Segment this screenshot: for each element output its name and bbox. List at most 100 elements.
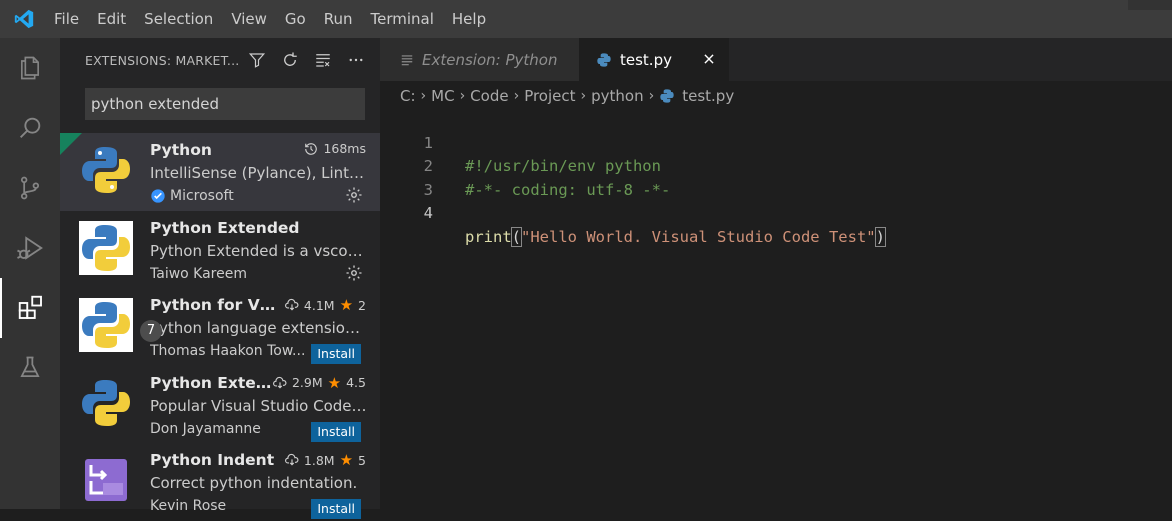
- vscode-logo-icon: [0, 0, 48, 38]
- sidebar-header: EXTENSIONS: MARKET...: [60, 38, 380, 82]
- extension-name: Python Extended: [150, 218, 300, 237]
- extension-item-python-extended[interactable]: Python Extended Python Extended is a vsc…: [60, 211, 380, 289]
- breadcrumb-item[interactable]: Code: [470, 87, 508, 105]
- python-logo-icon: [79, 143, 133, 197]
- star-icon: ★: [339, 296, 354, 314]
- install-button[interactable]: Install: [311, 344, 361, 364]
- menu-help[interactable]: Help: [443, 0, 495, 38]
- code-editor[interactable]: 1 #!/usr/bin/env python 2 #-*- coding: u…: [380, 108, 1172, 247]
- manage-gear-icon[interactable]: [344, 185, 364, 205]
- activity-bar: [0, 38, 60, 509]
- install-button[interactable]: Install: [311, 499, 361, 519]
- publisher-name: Taiwo Kareem: [150, 265, 247, 282]
- code-line: 2 #-*- coding: utf-8 -*-: [380, 132, 1172, 199]
- breadcrumb-item[interactable]: MC: [431, 87, 454, 105]
- chevron-right-icon: ›: [513, 88, 520, 104]
- chevron-right-icon: ›: [580, 88, 587, 104]
- more-actions-icon[interactable]: [346, 50, 366, 70]
- tab-label: test.py: [620, 50, 672, 69]
- extension-description: Popular Visual Studio Code ...: [150, 396, 368, 415]
- run-debug-icon[interactable]: [0, 218, 60, 278]
- activation-time-value: 168ms: [323, 141, 366, 156]
- tab-test-py[interactable]: test.py: [579, 38, 729, 81]
- download-icon: [284, 298, 299, 311]
- extensions-icon[interactable]: [0, 278, 60, 338]
- manage-gear-icon[interactable]: [344, 263, 364, 283]
- chevron-right-icon: ›: [648, 88, 655, 104]
- code-line: 4 print("Hello World. Visual Studio Code…: [380, 179, 1172, 247]
- publisher-name: Thomas Haakon Tow...: [150, 343, 306, 359]
- extension-description: Correct python indentation.: [150, 474, 358, 492]
- download-count: 4.1M: [303, 297, 335, 313]
- breadcrumb-item[interactable]: C:: [400, 87, 416, 105]
- line-number: 4: [423, 204, 433, 222]
- python-file-icon: [659, 88, 675, 104]
- clear-extensions-icon[interactable]: [313, 50, 333, 70]
- python-logo-icon: [79, 376, 133, 430]
- extension-item-python-exten[interactable]: Python Exten... 2.9M ★ 4.5 Popular Visua…: [60, 366, 380, 444]
- download-count: 2.9M: [291, 375, 323, 390]
- extension-item-python[interactable]: Python 168ms IntelliSense (Pylance), Lin…: [60, 133, 380, 211]
- extension-publisher: Don Jayamanne: [150, 421, 261, 437]
- code-line: 1 #!/usr/bin/env python: [380, 108, 1172, 176]
- menu-go[interactable]: Go: [276, 0, 315, 38]
- filter-icon[interactable]: [247, 50, 267, 70]
- close-icon[interactable]: [699, 49, 719, 69]
- activation-time: 168ms: [304, 141, 366, 156]
- menu-selection[interactable]: Selection: [135, 0, 222, 38]
- extension-publisher: Thomas Haakon Tow...: [150, 343, 305, 359]
- title-bar: File Edit Selection View Go Run Terminal…: [0, 0, 1172, 38]
- window-controls: [1128, 0, 1172, 10]
- breadcrumb-item[interactable]: python: [591, 87, 643, 105]
- bracket-close: ): [874, 226, 887, 247]
- extension-publisher: Microsoft: [150, 188, 234, 204]
- source-control-icon[interactable]: [0, 158, 60, 218]
- bracket-open: (: [510, 226, 523, 247]
- menu-run[interactable]: Run: [315, 0, 362, 38]
- download-icon: [284, 453, 299, 466]
- extension-stats: 2.9M ★ 4.5: [273, 374, 366, 392]
- publisher-name: Don Jayamanne: [150, 420, 261, 437]
- menu-bar: File Edit Selection View Go Run Terminal…: [48, 0, 495, 38]
- extension-name: Python Exten...: [150, 373, 274, 392]
- extension-item-python-for-vs[interactable]: Python for VS... 4.1M ★ 2 Python languag…: [60, 288, 380, 366]
- tab-extension-python[interactable]: Extension: Python: [380, 38, 579, 81]
- extension-search-input[interactable]: python extended: [85, 88, 365, 120]
- testing-icon[interactable]: [0, 338, 60, 398]
- tab-label: Extension: Python: [422, 50, 558, 69]
- extension-name: Python for VS...: [150, 296, 278, 314]
- extension-stats: 4.1M ★ 2: [284, 296, 366, 314]
- extensions-sidebar: EXTENSIONS: MARKET... python extended Py…: [60, 38, 380, 519]
- chevron-right-icon: ›: [459, 88, 466, 104]
- publisher-name: Kevin Rose: [150, 498, 227, 514]
- extension-publisher: Kevin Rose: [150, 498, 226, 514]
- verified-publisher-icon: [151, 189, 165, 203]
- code-text: print("Hello World. Visual Studio Code T…: [465, 226, 887, 250]
- extension-stats: 1.8M ★ 5: [284, 451, 366, 469]
- breadcrumb-item[interactable]: Project: [524, 87, 575, 105]
- extension-description: Python Extended is a vscode...: [150, 241, 368, 260]
- refresh-icon[interactable]: [280, 50, 300, 70]
- rating-value: 2: [358, 297, 366, 313]
- sidebar-actions: [247, 38, 366, 82]
- menu-file[interactable]: File: [48, 0, 88, 38]
- sidebar-title: EXTENSIONS: MARKET...: [85, 52, 240, 68]
- download-count: 1.8M: [303, 452, 335, 468]
- python-logo-icon: [79, 298, 133, 352]
- breadcrumb-item[interactable]: test.py: [682, 87, 734, 105]
- extension-publisher: Taiwo Kareem: [150, 266, 247, 282]
- rating-value: 5: [358, 452, 366, 468]
- editor-tab-bar: Extension: Python test.py: [380, 38, 1172, 81]
- star-icon: ★: [327, 373, 342, 392]
- extension-list: Python 168ms IntelliSense (Pylance), Lin…: [60, 133, 380, 521]
- menu-terminal[interactable]: Terminal: [362, 0, 443, 38]
- menu-view[interactable]: View: [222, 0, 276, 38]
- search-icon[interactable]: [0, 98, 60, 158]
- explorer-icon[interactable]: [0, 38, 60, 98]
- extension-name: Python Indent: [150, 451, 275, 469]
- function-token: print: [465, 227, 512, 246]
- install-button[interactable]: Install: [311, 421, 361, 442]
- menu-edit[interactable]: Edit: [88, 0, 135, 38]
- star-icon: ★: [339, 451, 354, 469]
- rating-value: 4.5: [346, 375, 366, 390]
